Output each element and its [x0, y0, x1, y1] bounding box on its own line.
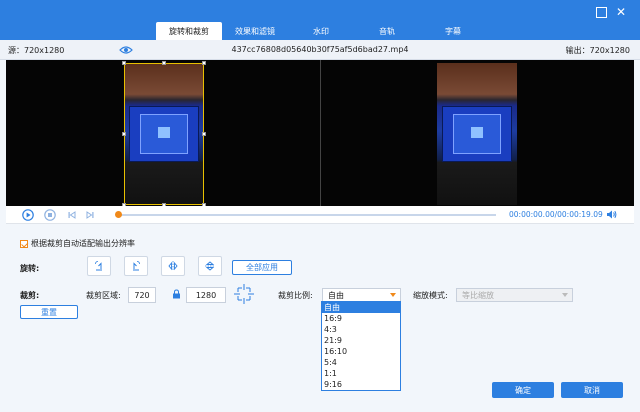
- tab-bar: 旋转和裁剪 效果和滤镜 水印 音轨 字幕: [156, 22, 486, 40]
- crop-ratio-dropdown: 自由 16:9 4:3 21:9 16:10 5:4 1:1 9:16: [321, 301, 401, 391]
- rotate-left-button[interactable]: [87, 256, 111, 276]
- crop-height-input[interactable]: 1280: [186, 287, 226, 303]
- ratio-option[interactable]: 21:9: [322, 335, 400, 346]
- chevron-down-icon: [390, 293, 396, 297]
- flip-horizontal-icon: [168, 261, 178, 271]
- crop-handle-top-right[interactable]: [202, 61, 206, 65]
- crop-handle-left[interactable]: [122, 132, 126, 136]
- info-bar: 源：720x1280 437cc76808d05640b30f75af5d6ba…: [0, 40, 640, 60]
- playback-time: 00:00:00.00/00:00:19.09: [509, 210, 603, 219]
- crop-ratio-value: 自由: [328, 290, 344, 300]
- ok-button[interactable]: 确定: [492, 382, 554, 398]
- lock-icon[interactable]: [172, 289, 181, 299]
- timeline-knob[interactable]: [115, 211, 122, 218]
- flip-horizontal-button[interactable]: [161, 256, 185, 276]
- zoom-mode-value: 等比缩放: [462, 290, 494, 300]
- close-icon[interactable]: ✕: [614, 5, 628, 19]
- previous-frame-icon[interactable]: [66, 209, 78, 221]
- auto-fit-label: 根据裁剪自动适配输出分辨率: [31, 239, 135, 248]
- rotate-label: 旋转:: [20, 264, 40, 273]
- chevron-down-icon: [562, 293, 568, 297]
- tab-watermark[interactable]: 水印: [288, 22, 354, 40]
- rotate-right-icon: [133, 261, 140, 271]
- auto-fit-row: 根据裁剪自动适配输出分辨率: [20, 238, 135, 249]
- tab-subtitle[interactable]: 字幕: [420, 22, 486, 40]
- crop-ratio-select[interactable]: 自由: [322, 288, 401, 302]
- crop-label: 裁剪:: [20, 291, 40, 300]
- tab-audio-track[interactable]: 音轨: [354, 22, 420, 40]
- ratio-option[interactable]: 4:3: [322, 324, 400, 335]
- play-icon[interactable]: [22, 209, 34, 221]
- tab-rotate-crop[interactable]: 旋转和裁剪: [156, 22, 222, 40]
- apply-all-button[interactable]: 全部应用: [232, 260, 292, 275]
- title-bar: 旋转和裁剪 效果和滤镜 水印 音轨 字幕 ✕: [0, 0, 640, 40]
- file-name: 437cc76808d05640b30f75af5d6bad27.mp4: [231, 45, 409, 54]
- flip-vertical-button[interactable]: [198, 256, 222, 276]
- rotate-left-icon: [95, 261, 102, 271]
- ratio-option[interactable]: 16:9: [322, 313, 400, 324]
- crop-center-icon[interactable]: [233, 283, 255, 305]
- output-resolution: 输出：720x1280: [565, 46, 630, 55]
- zoom-mode-select: 等比缩放: [456, 288, 573, 302]
- zoom-mode-label: 缩放模式:: [413, 291, 448, 300]
- ratio-option[interactable]: 1:1: [322, 368, 400, 379]
- tab-effects-filters[interactable]: 效果和滤镜: [222, 22, 288, 40]
- ratio-option[interactable]: 自由: [322, 302, 400, 313]
- ratio-option[interactable]: 16:10: [322, 346, 400, 357]
- ratio-option[interactable]: 5:4: [322, 357, 400, 368]
- volume-icon[interactable]: [606, 209, 617, 220]
- preview-divider: [320, 60, 321, 206]
- maximize-icon[interactable]: [596, 7, 607, 18]
- crop-handle-top[interactable]: [162, 61, 166, 65]
- rotate-right-button[interactable]: [124, 256, 148, 276]
- crop-ratio-label: 裁剪比例:: [278, 291, 313, 300]
- crop-area-label: 裁剪区域:: [86, 291, 121, 300]
- frame-icon: [470, 126, 484, 139]
- next-frame-icon[interactable]: [84, 209, 96, 221]
- crop-selection-box[interactable]: [124, 63, 204, 205]
- cancel-button[interactable]: 取消: [561, 382, 623, 398]
- reset-button[interactable]: 重置: [20, 305, 78, 319]
- ratio-option[interactable]: 9:16: [322, 379, 400, 390]
- playback-controls: 00:00:00.00/00:00:19.09: [6, 206, 634, 224]
- output-video-frame: [437, 63, 517, 205]
- flip-vertical-icon: [205, 261, 215, 271]
- stop-icon[interactable]: [44, 209, 56, 221]
- crop-width-input[interactable]: 720: [128, 287, 156, 303]
- crop-handle-right[interactable]: [202, 132, 206, 136]
- auto-fit-checkbox[interactable]: [20, 239, 28, 248]
- crop-handle-top-left[interactable]: [122, 61, 126, 65]
- timeline-track[interactable]: [115, 211, 496, 218]
